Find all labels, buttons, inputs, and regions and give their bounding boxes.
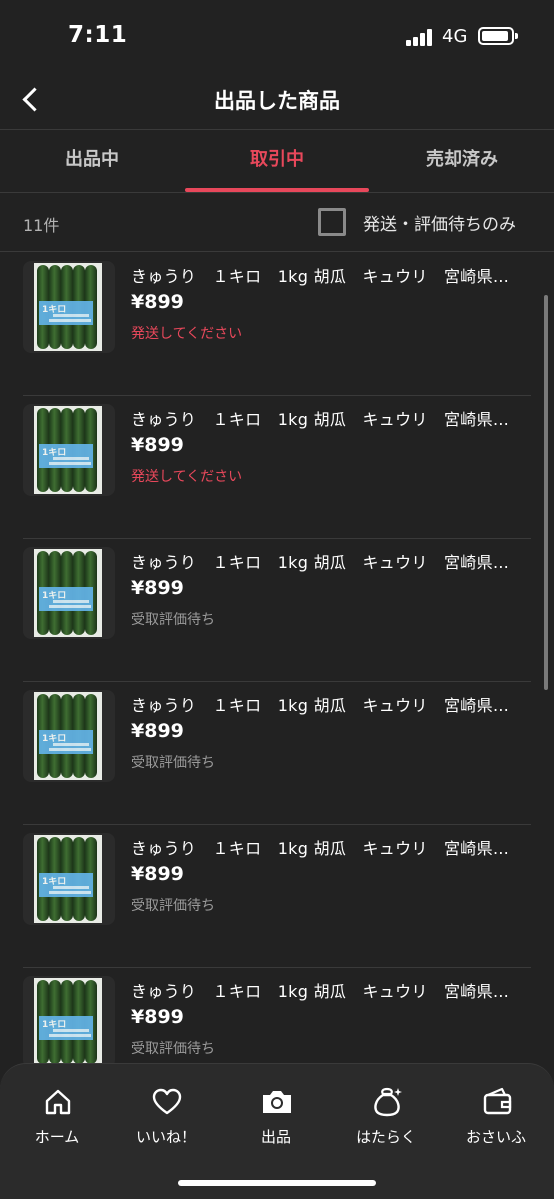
- item-price: ¥899: [131, 1006, 184, 1028]
- item-title: きゅうり １キロ 1kg 胡瓜 キュウリ 宮崎県産…: [131, 982, 521, 1001]
- tabbar-likes[interactable]: いいね！: [116, 1086, 216, 1146]
- thumbnail-label: 1キロ: [39, 1016, 93, 1040]
- battery-icon: [478, 27, 518, 45]
- nav-bar: 出品した商品: [0, 70, 554, 130]
- product-thumbnail: 1キロ: [23, 261, 115, 353]
- tabbar-wallet[interactable]: おさいふ: [446, 1086, 546, 1146]
- list-item[interactable]: 1キロ きゅうり １キロ 1kg 胡瓜 キュウリ 宮崎県産… ¥899 受取評価待ち: [0, 539, 554, 682]
- thumbnail-label: 1キロ: [39, 730, 93, 754]
- item-price: ¥899: [131, 434, 184, 456]
- cucumber-photo: 1キロ: [34, 406, 102, 494]
- item-title: きゅうり １キロ 1kg 胡瓜 キュウリ 宮崎県産…: [131, 696, 521, 715]
- item-status: 受取評価待ち: [131, 612, 215, 628]
- list-item[interactable]: 1キロ きゅうり １キロ 1kg 胡瓜 キュウリ 宮崎県産… ¥899 受取評価待ち: [0, 968, 554, 1063]
- thumbnail-label: 1キロ: [39, 873, 93, 897]
- item-title: きゅうり １キロ 1kg 胡瓜 キュウリ 宮崎県産…: [131, 839, 521, 858]
- list-item[interactable]: 1キロ きゅうり １キロ 1kg 胡瓜 キュウリ 宮崎県産… ¥899 受取評価待ち: [0, 825, 554, 968]
- tabbar-label: はたらく: [356, 1128, 416, 1146]
- thumbnail-label: 1キロ: [39, 587, 93, 611]
- product-thumbnail: 1キロ: [23, 976, 115, 1063]
- tab-bar: 出品中 取引中 売却済み: [0, 131, 554, 193]
- product-thumbnail: 1キロ: [23, 690, 115, 782]
- list-item[interactable]: 1キロ きゅうり １キロ 1kg 胡瓜 キュウリ 宮崎県産… ¥899 発送してくださ…: [0, 396, 554, 539]
- filter-checkbox[interactable]: [318, 208, 346, 236]
- money-bag-icon: [374, 1087, 402, 1117]
- tabbar-work[interactable]: はたらく: [336, 1086, 436, 1146]
- home-indicator: [178, 1180, 376, 1186]
- cucumber-photo: 1キロ: [34, 835, 102, 923]
- cucumber-photo: 1キロ: [34, 549, 102, 637]
- bottom-tab-bar: ホーム いいね！ 出品 はたらく おさいふ: [0, 1063, 554, 1199]
- tab-trading[interactable]: 取引中: [185, 131, 369, 193]
- item-price: ¥899: [131, 577, 184, 599]
- camera-icon: [263, 1091, 291, 1113]
- product-thumbnail: 1キロ: [23, 833, 115, 925]
- item-status: 受取評価待ち: [131, 1041, 215, 1057]
- cucumber-photo: 1キロ: [34, 692, 102, 780]
- item-status: 発送してください: [131, 469, 243, 485]
- item-title: きゅうり １キロ 1kg 胡瓜 キュウリ 宮崎県産…: [131, 553, 521, 572]
- wallet-icon: [483, 1087, 512, 1115]
- tabbar-label: おさいふ: [465, 1128, 526, 1146]
- active-tab-indicator: [185, 188, 369, 192]
- status-time: 7:11: [68, 22, 128, 48]
- tabbar-label: いいね！: [135, 1128, 196, 1146]
- filter-row: 11件 発送・評価待ちのみ: [0, 194, 554, 252]
- item-count: 11件: [23, 216, 60, 235]
- signal-icon: [406, 29, 434, 46]
- item-price: ¥899: [131, 291, 184, 313]
- tabbar-home[interactable]: ホーム: [7, 1086, 107, 1146]
- home-icon: [45, 1089, 71, 1115]
- tabbar-label: 出品: [260, 1128, 291, 1146]
- thumbnail-label: 1キロ: [39, 444, 93, 468]
- item-price: ¥899: [131, 863, 184, 885]
- item-title: きゅうり １キロ 1kg 胡瓜 キュウリ 宮崎県産…: [131, 410, 521, 429]
- item-status: 受取評価待ち: [131, 755, 215, 771]
- status-bar: 7:11 4G: [0, 0, 554, 70]
- filter-checkbox-label[interactable]: 発送・評価待ちのみ: [363, 210, 516, 235]
- list-item[interactable]: 1キロ きゅうり １キロ 1kg 胡瓜 キュウリ 宮崎県産… ¥899 発送してくださ…: [0, 253, 554, 396]
- network-type: 4G: [442, 26, 468, 47]
- item-status: 受取評価待ち: [131, 898, 215, 914]
- cucumber-photo: 1キロ: [34, 978, 102, 1063]
- tab-listing[interactable]: 出品中: [0, 131, 184, 193]
- cucumber-photo: 1キロ: [34, 263, 102, 351]
- tab-sold[interactable]: 売却済み: [370, 131, 554, 193]
- list-item[interactable]: 1キロ きゅうり １キロ 1kg 胡瓜 キュウリ 宮崎県産… ¥899 受取評価待ち: [0, 682, 554, 825]
- scrollbar[interactable]: [544, 295, 548, 690]
- thumbnail-label: 1キロ: [39, 301, 93, 325]
- tabbar-label: ホーム: [34, 1128, 80, 1146]
- page-title: 出品した商品: [214, 89, 340, 113]
- item-status: 発送してください: [131, 326, 243, 342]
- tabbar-sell[interactable]: 出品: [226, 1086, 326, 1146]
- product-thumbnail: 1キロ: [23, 547, 115, 639]
- heart-icon: [152, 1088, 182, 1115]
- product-thumbnail: 1キロ: [23, 404, 115, 496]
- item-price: ¥899: [131, 720, 184, 742]
- item-title: きゅうり １キロ 1kg 胡瓜 キュウリ 宮崎県産…: [131, 267, 521, 286]
- item-list: 1キロ きゅうり １キロ 1kg 胡瓜 キュウリ 宮崎県産… ¥899 発送してくださ…: [0, 253, 554, 1063]
